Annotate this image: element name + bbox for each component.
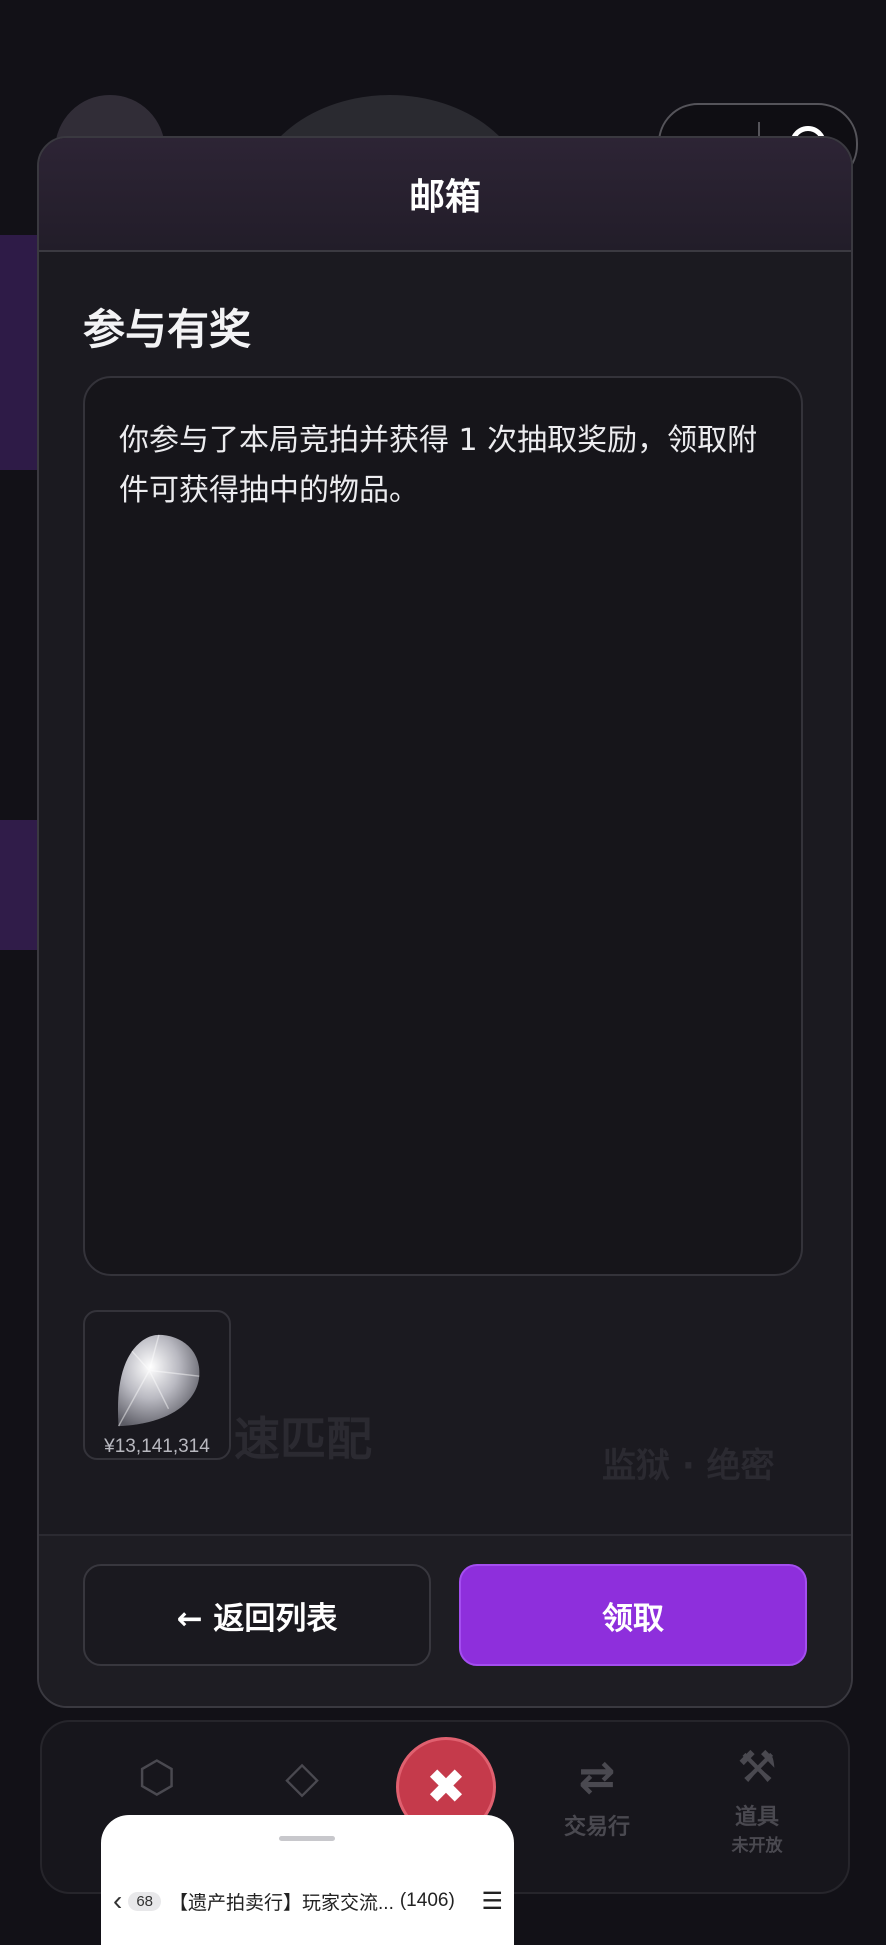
background-banner	[0, 235, 40, 470]
unread-badge: 68	[128, 1891, 162, 1911]
tab-cube: ⬡	[117, 1752, 197, 1809]
behind-text-left: 速匹配	[234, 1412, 372, 1466]
mailbox-modal: 邮箱 参与有奖 你参与了本局竞拍并获得 1 次抽取奖励，领取附件可获得抽中的物品…	[37, 136, 853, 1708]
menu-icon[interactable]: ☰	[481, 1887, 503, 1916]
tab-tools-sub: 未开放	[731, 1836, 783, 1856]
cube-icon: ⬡	[137, 1752, 177, 1803]
attachment-item[interactable]: ¥13,141,314	[83, 1310, 231, 1460]
close-icon: ✖	[425, 1759, 467, 1815]
bottom-sheet[interactable]: ‹ 68 【遗产拍卖行】玩家交流... (1406) ☰	[101, 1815, 514, 1945]
tab-diamond: ◇	[262, 1752, 342, 1809]
modal-footer: ← 返回列表 领取	[39, 1534, 851, 1706]
background-banner	[0, 820, 40, 950]
mail-subject: 参与有奖	[83, 305, 252, 354]
attachment-price: ¥13,141,314	[104, 1436, 210, 1457]
tab-tools: ⚒ 道具 未开放	[702, 1742, 812, 1856]
claim-button[interactable]: 领取	[459, 1564, 807, 1666]
mail-body: 你参与了本局竞拍并获得 1 次抽取奖励，领取附件可获得抽中的物品。	[83, 376, 803, 1276]
behind-text-right: 监狱 · 绝密	[602, 1446, 775, 1486]
back-to-list-button[interactable]: ← 返回列表	[83, 1564, 431, 1666]
tab-trade-label: 交易行	[563, 1815, 630, 1840]
tab-tools-label: 道具	[734, 1805, 779, 1830]
swap-icon: ⇄	[578, 1752, 616, 1803]
diamond-icon	[117, 1334, 200, 1427]
diamond-outline-icon: ◇	[285, 1752, 319, 1803]
chat-header: ‹ 68 【遗产拍卖行】玩家交流... (1406) ☰	[113, 1879, 503, 1923]
chevron-left-icon[interactable]: ‹	[113, 1885, 122, 1917]
sheet-drag-handle[interactable]	[279, 1836, 335, 1841]
chat-title[interactable]: 【遗产拍卖行】玩家交流...	[169, 1888, 394, 1915]
modal-title: 邮箱	[408, 177, 481, 218]
tools-icon: ⚒	[737, 1742, 777, 1793]
tab-trade: ⇄ 交易行	[542, 1752, 652, 1841]
modal-header: 邮箱	[39, 138, 851, 252]
member-count: (1406)	[399, 1890, 455, 1911]
